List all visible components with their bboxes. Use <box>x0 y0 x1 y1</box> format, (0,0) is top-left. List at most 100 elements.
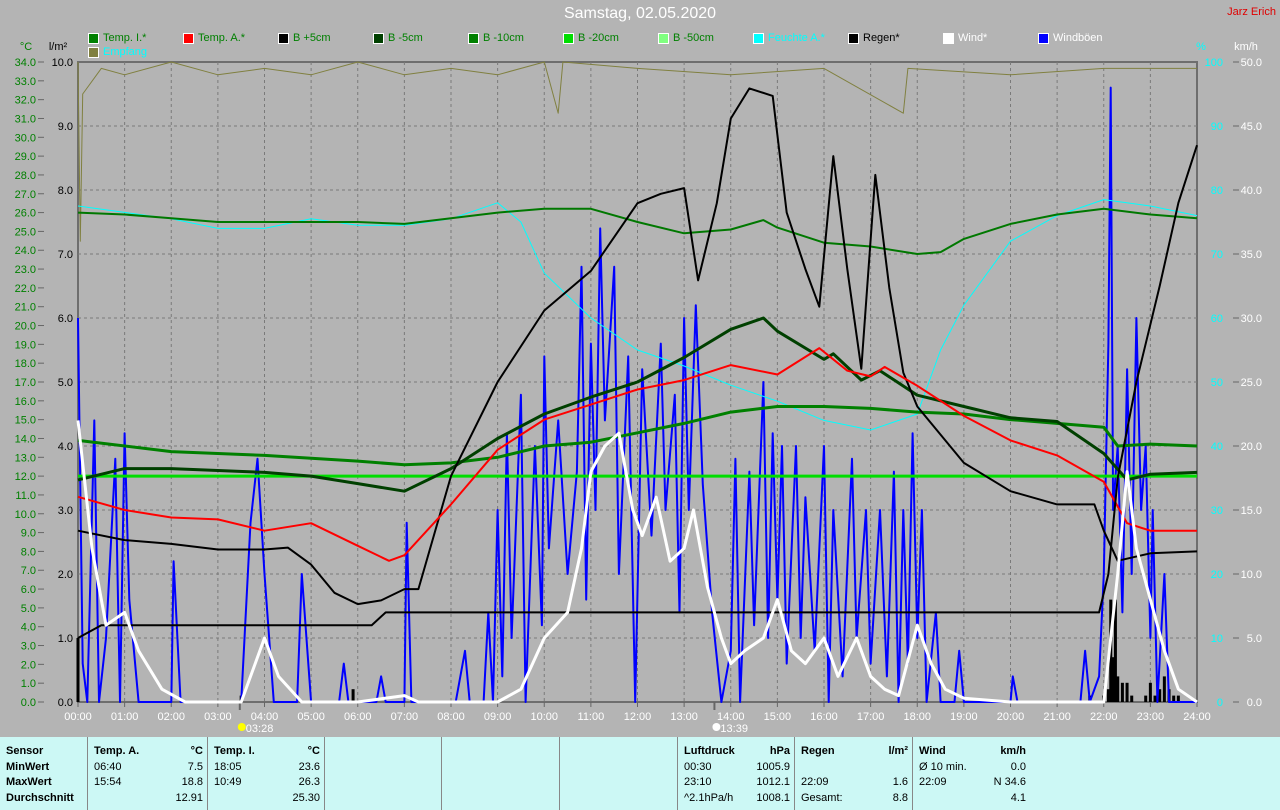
x-tick-label: 03:00 <box>204 711 232 723</box>
sun-marker-label: 03:28 <box>246 723 274 735</box>
rain-bar <box>1148 682 1152 702</box>
rain-axis-label: 3.0 <box>58 505 73 517</box>
rain-axis-label: 0.0 <box>58 697 73 709</box>
legend-item: Feuchte A.* <box>753 32 825 44</box>
unit: l/m² <box>888 745 908 757</box>
x-tick-label: 05:00 <box>297 711 325 723</box>
legend-label: B -50cm <box>673 32 714 44</box>
col-header: Temp. I. <box>214 745 255 757</box>
celsius-axis-label: 20.0 <box>15 321 36 333</box>
legend-item: B -50cm <box>658 32 714 44</box>
celsius-axis-label: 7.0 <box>21 565 36 577</box>
celsius-axis-label: 21.0 <box>15 302 36 314</box>
legend-swatch <box>88 46 99 58</box>
percent-axis-label: 50 <box>1211 377 1223 389</box>
total-label: Gesamt: <box>801 791 843 804</box>
rain-axis-label: 8.0 <box>58 185 73 197</box>
kmh-axis-title: km/h <box>1234 41 1258 53</box>
celsius-axis-title: °C <box>20 41 32 53</box>
x-tick-label: 13:00 <box>670 711 698 723</box>
max-time: 10:49 <box>214 776 242 788</box>
celsius-axis-label: 15.0 <box>15 415 36 427</box>
legend-label: B -5cm <box>388 32 423 44</box>
celsius-axis-label: 16.0 <box>15 396 36 408</box>
legend-label: Temp. A.* <box>198 32 246 44</box>
kmh-axis-label: 15.0 <box>1241 505 1262 517</box>
legend-swatch <box>373 32 384 44</box>
min-time: 06:40 <box>94 760 122 773</box>
stats-col-empty <box>560 737 678 810</box>
min-value: 23.6 <box>298 760 320 773</box>
percent-axis-title: % <box>1196 41 1206 53</box>
max-time: 23:10 <box>684 776 712 788</box>
legend-item: Empfang <box>88 46 147 58</box>
celsius-axis-label: 14.0 <box>15 433 36 445</box>
percent-axis-label: 60 <box>1211 313 1223 325</box>
min-value: 1005.9 <box>756 760 790 773</box>
kmh-axis-label: 20.0 <box>1241 441 1262 453</box>
x-tick-label: 15:00 <box>764 711 792 723</box>
x-tick-label: 23:00 <box>1137 711 1165 723</box>
celsius-axis-label: 29.0 <box>15 151 36 163</box>
rain-bar <box>1125 682 1129 702</box>
avg-value: 12.91 <box>175 791 203 804</box>
unit: hPa <box>769 745 790 757</box>
celsius-axis-label: 32.0 <box>15 95 36 107</box>
celsius-axis-label: 11.0 <box>15 490 36 502</box>
x-tick-label: 22:00 <box>1090 711 1118 723</box>
legend-label: Regen* <box>863 32 900 44</box>
max-value: 1012.1 <box>756 776 790 788</box>
celsius-axis-label: 5.0 <box>21 603 36 615</box>
celsius-axis-label: 30.0 <box>15 132 36 144</box>
rain-axis-label: 6.0 <box>58 313 73 325</box>
legend-item: Wind* <box>943 32 987 44</box>
legend-label: Feuchte A.* <box>768 32 825 44</box>
mean-value: 4.1 <box>1010 791 1026 804</box>
x-tick-label: 09:00 <box>484 711 512 723</box>
max-time: 15:54 <box>94 776 122 788</box>
min-time: 00:30 <box>684 760 712 773</box>
rain-axis-label: 9.0 <box>58 121 73 133</box>
rain-bar <box>1153 695 1157 702</box>
legend-swatch <box>753 32 764 44</box>
celsius-axis-label: 27.0 <box>15 189 36 201</box>
percent-axis-label: 80 <box>1211 185 1223 197</box>
stats-col-empty <box>442 737 560 810</box>
rain-bar <box>1116 676 1120 702</box>
celsius-axis-label: 8.0 <box>21 546 36 558</box>
sunset-icon <box>712 723 721 731</box>
stats-col-wind: Wind km/h Ø 10 min. 0.0 22:09 N 34.6 4.1 <box>913 737 1030 810</box>
max-time: 22:09 <box>801 776 829 788</box>
min-value: 7.5 <box>187 760 203 773</box>
chart-title: Samstag, 02.05.2020 <box>563 5 717 22</box>
percent-axis-label: 10 <box>1211 633 1223 645</box>
rain-bar <box>351 689 355 702</box>
celsius-axis-label: 9.0 <box>21 528 36 540</box>
unit: km/h <box>1000 745 1026 757</box>
max-value: 18.8 <box>181 776 203 788</box>
max-value: N 34.6 <box>993 776 1026 788</box>
kmh-axis-label: 25.0 <box>1241 377 1262 389</box>
legend-item: B -20cm <box>563 32 619 44</box>
legend-swatch <box>183 32 194 44</box>
stats-col-empty <box>325 737 442 810</box>
celsius-axis-label: 0.0 <box>21 697 36 709</box>
kmh-axis-label: 50.0 <box>1241 57 1262 69</box>
legend-swatch <box>468 32 479 44</box>
stats-col-temp-i: Temp. I. °C 18:05 23.6 10:49 26.3 25.30 <box>208 737 325 810</box>
unit: °C <box>307 745 320 757</box>
percent-axis-label: 0 <box>1217 697 1223 709</box>
celsius-axis-label: 31.0 <box>15 113 36 125</box>
weather-chart: 00:00 01:00 02:00 03:00 04:00 05:00 06:00 07:00… <box>15 41 1262 735</box>
celsius-axis-label: 23.0 <box>15 264 36 276</box>
rain-axis-label: 2.0 <box>58 569 73 581</box>
percent-axis-label: 30 <box>1211 505 1223 517</box>
kmh-axis-label: 45.0 <box>1241 121 1262 133</box>
col-header: Luftdruck <box>684 745 735 757</box>
celsius-axis-label: 25.0 <box>15 226 36 238</box>
unit: °C <box>190 745 203 757</box>
avg-value: 1008.1 <box>756 791 790 804</box>
rain-bar <box>76 638 80 702</box>
percent-axis-label: 100 <box>1205 57 1223 69</box>
row-label-max: MaxWert <box>6 776 52 788</box>
